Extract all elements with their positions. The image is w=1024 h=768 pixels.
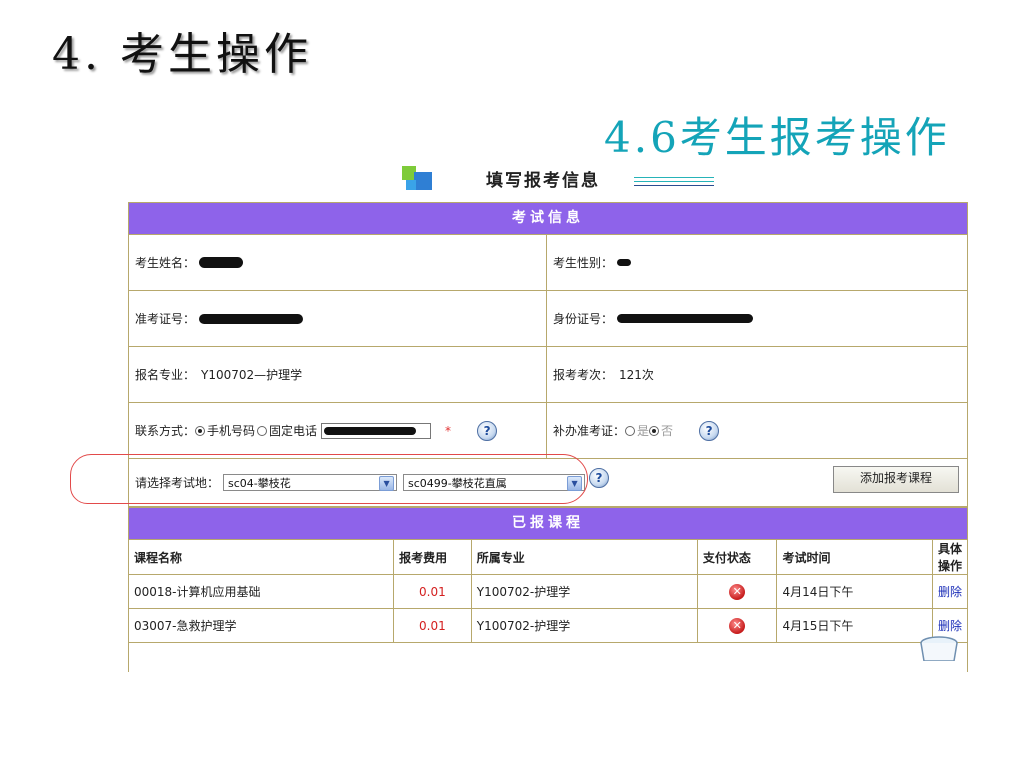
name-label: 考生姓名： [135, 256, 196, 270]
reissue-yes-label: 是 [637, 424, 650, 438]
id-label: 身份证号： [553, 312, 614, 326]
redacted-gender [617, 259, 632, 266]
landline-option-label: 固定电话 [269, 424, 318, 438]
exam-count-value: 121次 [619, 368, 654, 382]
form-header: 填写报考信息 [398, 164, 728, 194]
mobile-option-label: 手机号码 [207, 424, 256, 438]
help-icon[interactable]: ? [699, 420, 720, 441]
exam-time: 4月14日下午 [776, 574, 933, 609]
course-fee: 0.01 [393, 574, 472, 609]
course-fee: 0.01 [393, 608, 472, 643]
gender-label: 考生性别： [553, 256, 614, 270]
add-course-button[interactable]: 添加报考课程 [833, 466, 959, 493]
contact-label: 联系方式： [135, 424, 196, 438]
summary-row [129, 636, 967, 663]
info-row-name: 考生姓名： 考生性别： [129, 235, 967, 291]
delete-link[interactable]: 删除 [938, 619, 962, 633]
exam-registration-panel: 考试信息 考生姓名： 考生性别： 准考证号： 身份证号： 报名专业： Y1007… [128, 202, 968, 672]
heading-underline [634, 177, 714, 178]
major-label: 报名专业： [135, 368, 196, 382]
column-header-course: 课程名称 [129, 540, 395, 575]
radio-reissue-yes[interactable] [625, 425, 636, 436]
delete-link[interactable]: 删除 [938, 585, 962, 599]
course-major: Y100702-护理学 [471, 608, 698, 643]
form-heading: 填写报考信息 [486, 171, 600, 191]
course-name: 00018-计算机应用基础 [129, 574, 395, 609]
redacted-ticket-number [199, 313, 304, 324]
course-name: 03007-急救护理学 [129, 608, 395, 643]
help-icon[interactable]: ? [477, 420, 498, 441]
registered-courses-bar: 已报课程 [129, 507, 967, 540]
table-row: 03007-急救护理学 0.01 Y100702-护理学 ✕ 4月15日下午 删… [129, 608, 967, 643]
radio-reissue-no[interactable] [649, 425, 660, 436]
info-row-contact: 联系方式： 手机号码 固定电话 * ? 补办准考证： 是 否 ? [129, 403, 967, 459]
redacted-name [199, 257, 244, 268]
slide-subtitle: 4.6考生报考操作 [604, 113, 950, 162]
radio-mobile[interactable] [195, 425, 206, 436]
help-icon[interactable]: ? [589, 467, 610, 488]
radio-landline[interactable] [257, 425, 268, 436]
column-header-major: 所属专业 [471, 540, 698, 575]
column-header-status: 支付状态 [697, 540, 778, 575]
info-row-ticket: 准考证号： 身份证号： [129, 291, 967, 347]
redacted-id-number [617, 314, 754, 323]
table-row: 00018-计算机应用基础 0.01 Y100702-护理学 ✕ 4月14日下午… [129, 574, 967, 609]
slide-title: 4. 考生操作 [52, 29, 312, 80]
reissue-no-label: 否 [661, 424, 674, 438]
major-value: Y100702—护理学 [201, 368, 303, 382]
info-row-major: 报名专业： Y100702—护理学 报考考次： 121次 [129, 347, 967, 403]
exam-time: 4月15日下午 [776, 608, 933, 643]
redacted-phone [324, 426, 417, 435]
phone-input[interactable] [321, 422, 432, 439]
trash-icon[interactable] [919, 635, 959, 661]
required-star: * [445, 423, 452, 438]
exam-info-bar: 考试信息 [129, 202, 967, 235]
column-header-time: 考试时间 [776, 540, 933, 575]
form-logo-icon [402, 166, 432, 192]
course-major: Y100702-护理学 [471, 574, 698, 609]
reissue-label: 补办准考证： [553, 424, 626, 438]
exam-count-label: 报考考次： [553, 368, 614, 382]
highlight-circle [70, 454, 588, 504]
unpaid-status-icon: ✕ [729, 583, 746, 600]
table-header-row: 课程名称 报考费用 所属专业 支付状态 考试时间 具体操作 [129, 540, 967, 575]
payment-status: ✕ [697, 574, 778, 609]
column-header-action: 具体操作 [932, 540, 967, 575]
unpaid-status-icon: ✕ [729, 617, 746, 634]
courses-table: 课程名称 报考费用 所属专业 支付状态 考试时间 具体操作 00018-计算机应… [129, 540, 967, 643]
ticket-label: 准考证号： [135, 312, 196, 326]
payment-status: ✕ [697, 608, 778, 643]
action-cell: 删除 [932, 574, 967, 609]
column-header-fee: 报考费用 [393, 540, 472, 575]
